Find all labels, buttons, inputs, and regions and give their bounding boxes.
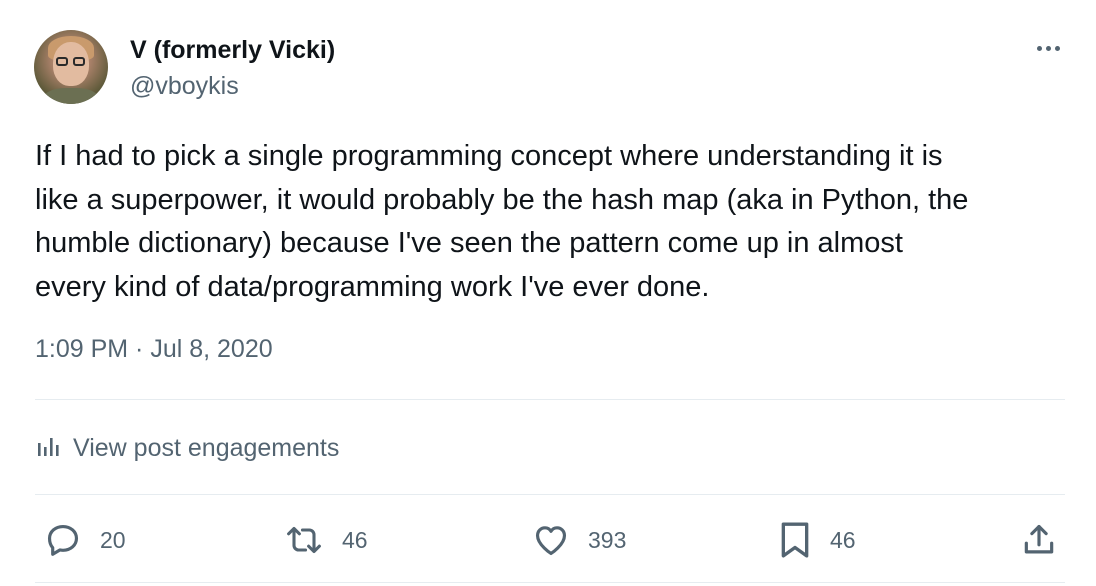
author-display-name[interactable]: V (formerly Vicki) <box>130 36 335 65</box>
author-handle[interactable]: @vboykis <box>130 72 239 101</box>
reply-icon <box>44 521 82 559</box>
tweet-timestamp[interactable]: 1:09 PM · Jul 8, 2020 <box>35 335 273 364</box>
repost-count: 46 <box>342 526 368 553</box>
bookmark-icon <box>778 520 812 560</box>
like-icon <box>532 521 570 559</box>
like-button[interactable]: 393 <box>532 518 626 562</box>
avatar[interactable] <box>34 30 108 104</box>
engagements-label: View post engagements <box>73 433 340 462</box>
divider <box>35 582 1065 583</box>
like-count: 393 <box>588 526 627 553</box>
repost-icon <box>284 521 324 559</box>
share-icon <box>1020 521 1058 559</box>
more-icon <box>1036 45 1042 51</box>
repost-button[interactable]: 46 <box>284 518 368 562</box>
reply-button[interactable]: 20 <box>44 518 126 562</box>
divider <box>35 494 1065 495</box>
bookmark-button[interactable]: 46 <box>778 518 856 562</box>
avatar-glasses <box>56 57 86 66</box>
action-bar: 20 46 393 46 <box>44 518 1064 562</box>
divider <box>35 399 1065 400</box>
engagements-icon <box>35 432 61 465</box>
bookmark-count: 46 <box>830 526 856 553</box>
avatar-shirt <box>42 88 100 104</box>
tweet-text: If I had to pick a single programming co… <box>35 140 969 303</box>
reply-count: 20 <box>100 526 126 553</box>
more-options-button[interactable] <box>1030 34 1066 62</box>
view-engagements-link[interactable]: View post engagements <box>35 430 339 466</box>
share-button[interactable] <box>1020 518 1058 562</box>
